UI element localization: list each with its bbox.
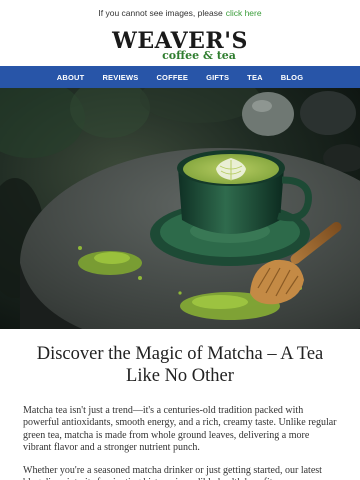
nav-item-about[interactable]: ABOUT xyxy=(48,73,94,82)
brand-logo[interactable]: WEAVER'S coffee & tea xyxy=(0,26,360,66)
nav-item-coffee[interactable]: COFFEE xyxy=(147,73,197,82)
nav-item-blog[interactable]: BLOG xyxy=(272,73,312,82)
nav-item-tea[interactable]: TEA xyxy=(238,73,272,82)
hero-image[interactable] xyxy=(0,88,360,329)
preheader-text: If you cannot see images, please xyxy=(98,8,223,18)
click-here-link[interactable]: click here xyxy=(226,8,262,18)
nav-item-gifts[interactable]: GIFTS xyxy=(197,73,238,82)
article-paragraph: Matcha tea isn't just a trend—it's a cen… xyxy=(23,405,337,454)
article: Discover the Magic of Matcha – A Tea Lik… xyxy=(0,343,360,480)
article-paragraph: Whether you're a seasoned matcha drinker… xyxy=(23,464,322,480)
main-nav: ABOUT REVIEWS COFFEE GIFTS TEA BLOG xyxy=(0,66,360,88)
logo-wordmark: WEAVER'S xyxy=(112,28,248,54)
preheader: If you cannot see images, please click h… xyxy=(0,0,360,26)
article-headline: Discover the Magic of Matcha – A Tea Lik… xyxy=(36,344,324,386)
nav-item-reviews[interactable]: REVIEWS xyxy=(93,73,147,82)
